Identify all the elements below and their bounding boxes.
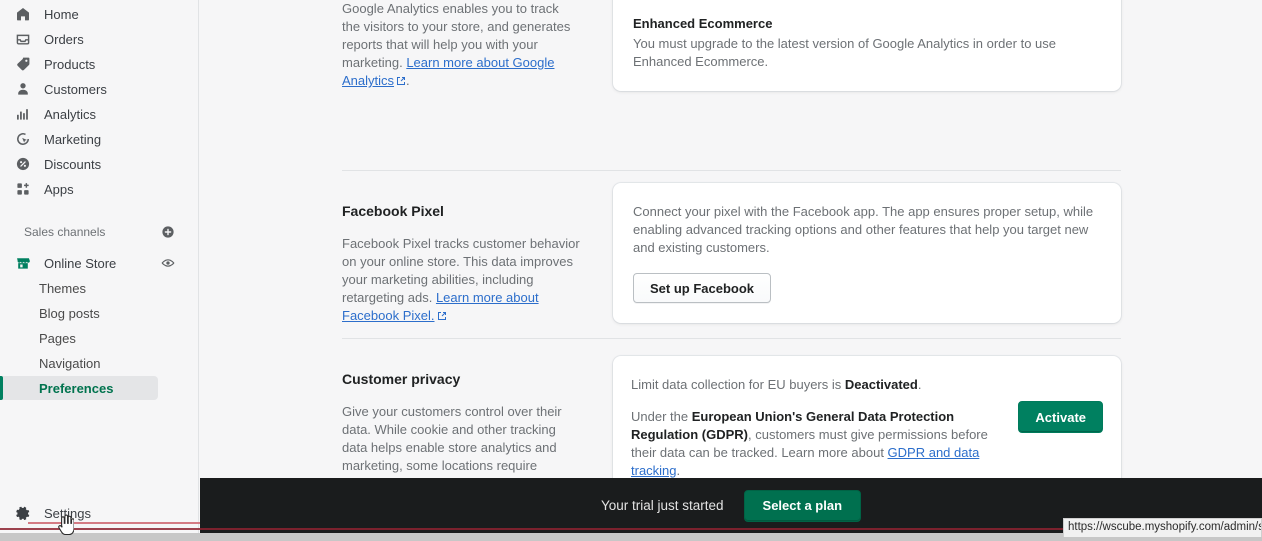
sidebar-item-products[interactable]: Products — [0, 52, 190, 76]
facebook-pixel-card-text: Connect your pixel with the Facebook app… — [633, 204, 1094, 255]
sidebar-item-label: Blog posts — [39, 305, 100, 321]
analytics-bars-icon — [14, 105, 32, 123]
sidebar-item-orders[interactable]: Orders — [0, 27, 190, 51]
sidebar-item-marketing[interactable]: Marketing — [0, 127, 190, 151]
annotation-red-line-left — [28, 522, 200, 524]
sidebar-item-label: Pages — [39, 330, 76, 346]
sidebar-item-navigation[interactable]: Navigation — [0, 351, 158, 375]
product-tag-icon — [14, 55, 32, 73]
sidebar-item-blog-posts[interactable]: Blog posts — [0, 301, 158, 325]
section-facebook-pixel: Facebook Pixel Facebook Pixel tracks cus… — [200, 170, 1262, 323]
sidebar-item-pages[interactable]: Pages — [0, 326, 158, 350]
sales-channels-label: Sales channels — [24, 225, 106, 239]
trial-banner-text: Your trial just started — [600, 498, 724, 513]
google-analytics-description: Google Analytics enables you to track th… — [342, 0, 580, 91]
sidebar-item-discounts[interactable]: Discounts — [0, 152, 190, 176]
ga-desc-suffix: . — [406, 73, 410, 88]
status-bar-url: https://wscube.myshopify.com/admin/setti… — [1063, 518, 1262, 537]
google-analytics-card: Paste your code from Google here Enhance… — [613, 0, 1121, 91]
sidebar-item-online-store[interactable]: Online Store — [0, 251, 198, 275]
privacy-status-suffix: . — [917, 377, 922, 392]
sidebar-item-label: Analytics — [44, 106, 97, 122]
sidebar-item-apps[interactable]: Apps — [0, 177, 190, 201]
section-customer-privacy: Customer privacy Give your customers con… — [200, 338, 1262, 509]
customer-person-icon — [14, 80, 32, 98]
sidebar-item-label: Online Store — [44, 255, 117, 271]
marketing-target-icon — [14, 130, 32, 148]
privacy-gdpr-line: Under the European Union's General Data … — [631, 408, 998, 480]
sidebar: Home Orders Products Customers Analytics… — [0, 0, 199, 541]
enhanced-ecommerce-title: Enhanced Ecommerce — [633, 16, 773, 31]
sidebar-item-home[interactable]: Home — [0, 2, 190, 26]
sidebar-item-themes[interactable]: Themes — [0, 276, 158, 300]
eye-icon[interactable] — [160, 255, 176, 271]
external-link-icon — [437, 308, 447, 326]
sidebar-item-analytics[interactable]: Analytics — [0, 102, 190, 126]
discount-percent-icon — [14, 155, 32, 173]
facebook-pixel-title: Facebook Pixel — [342, 203, 444, 219]
set-up-facebook-button[interactable]: Set up Facebook — [633, 273, 772, 303]
sidebar-primary-nav: Home Orders Products Customers Analytics… — [0, 0, 198, 201]
sidebar-item-label: Marketing — [44, 131, 102, 147]
sidebar-item-label: Navigation — [39, 355, 101, 371]
gdpr-prefix: Under the — [631, 409, 692, 424]
apps-grid-icon — [14, 180, 32, 198]
gdpr-suffix: . — [676, 463, 681, 478]
facebook-pixel-description: Facebook Pixel tracks customer behavior … — [342, 235, 580, 326]
sidebar-item-label: Products — [44, 56, 96, 72]
sidebar-item-label: Themes — [39, 280, 86, 296]
activate-button[interactable]: Activate — [1018, 401, 1103, 433]
sidebar-sub-nav: Themes Blog posts Pages Navigation Prefe… — [0, 276, 198, 400]
privacy-status-prefix: Limit data collection for EU buyers is — [631, 377, 845, 392]
main-content: Google Analytics enables you to track th… — [200, 0, 1262, 541]
facebook-pixel-card: Connect your pixel with the Facebook app… — [613, 183, 1121, 323]
sidebar-item-preferences[interactable]: Preferences — [0, 376, 158, 400]
sidebar-item-label: Home — [44, 6, 79, 22]
plus-circle-icon[interactable] — [160, 224, 176, 240]
sidebar-item-label: Apps — [44, 181, 74, 197]
external-link-icon — [396, 73, 406, 91]
select-a-plan-button[interactable]: Select a plan — [743, 489, 862, 522]
home-icon — [14, 5, 32, 23]
gear-icon — [14, 504, 32, 522]
sidebar-item-label: Customers — [44, 81, 107, 97]
sales-channels-header: Sales channels — [0, 221, 198, 243]
enhanced-ecommerce-text: You must upgrade to the latest version o… — [633, 36, 1056, 69]
sidebar-item-label: Preferences — [39, 380, 114, 396]
privacy-status-line: Limit data collection for EU buyers is D… — [631, 376, 998, 394]
shopify-admin-window: Home Orders Products Customers Analytics… — [0, 0, 1262, 541]
sidebar-item-label: Orders — [44, 31, 84, 47]
sidebar-item-label: Discounts — [44, 156, 102, 172]
storefront-icon — [14, 254, 32, 272]
sidebar-item-customers[interactable]: Customers — [0, 77, 190, 101]
customer-privacy-title: Customer privacy — [342, 371, 461, 387]
status-badge: Deactivated — [844, 377, 918, 392]
sidebar-item-label: Settings — [44, 505, 91, 521]
orders-inbox-icon — [14, 30, 32, 48]
